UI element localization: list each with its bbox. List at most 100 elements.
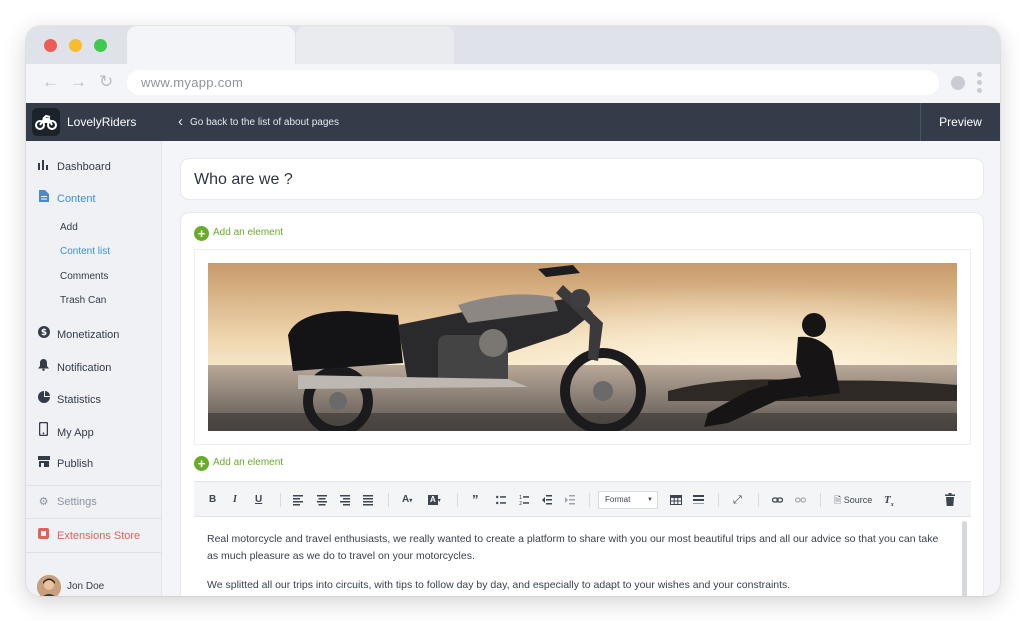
dollar-icon: $ bbox=[37, 325, 50, 345]
table-icon[interactable] bbox=[670, 482, 682, 518]
text-editor-area[interactable]: Real motorcycle and travel enthusiasts, … bbox=[194, 517, 971, 596]
pie-chart-icon bbox=[37, 390, 50, 410]
decrease-indent-icon[interactable] bbox=[542, 482, 552, 518]
sidebar-label-dashboard: Dashboard bbox=[57, 161, 111, 173]
background-color-icon[interactable]: A ▾ bbox=[428, 482, 441, 518]
browser-tab-active[interactable] bbox=[127, 26, 295, 64]
document-icon bbox=[37, 189, 50, 209]
sidebar-sub-trash-can[interactable]: Trash Can bbox=[60, 292, 106, 310]
browser-menu-icon[interactable] bbox=[977, 72, 983, 96]
caret-down-icon: ▼ bbox=[647, 497, 653, 503]
sidebar-label-settings: Settings bbox=[57, 496, 97, 508]
add-element-label: Add an element bbox=[213, 457, 284, 468]
format-dropdown-label: Format bbox=[605, 495, 631, 504]
bar-chart-icon bbox=[37, 157, 50, 177]
sidebar: Dashboard Content Add Content list Comme… bbox=[26, 141, 162, 596]
align-left-icon[interactable] bbox=[293, 482, 303, 518]
chevron-left-icon: ‹ bbox=[178, 113, 183, 130]
add-element-label: Add an element bbox=[213, 227, 284, 238]
sidebar-item-statistics[interactable]: Statistics bbox=[37, 390, 101, 410]
underline-icon[interactable]: U bbox=[255, 482, 262, 518]
gear-icon: ⚙ bbox=[38, 496, 49, 508]
clear-formatting-icon[interactable]: Tx bbox=[884, 482, 894, 518]
sidebar-item-content[interactable]: Content bbox=[37, 189, 96, 209]
text-color-icon[interactable]: A▾ bbox=[402, 482, 412, 518]
sidebar-item-monetization[interactable]: $ Monetization bbox=[37, 325, 119, 345]
sidebar-label-monetization: Monetization bbox=[57, 329, 120, 341]
sidebar-label-my-app: My App bbox=[57, 427, 94, 439]
user-avatar[interactable] bbox=[37, 575, 61, 596]
source-button[interactable]: 🗎 Source bbox=[834, 482, 872, 518]
sidebar-item-publish[interactable]: Publish bbox=[37, 454, 93, 474]
minimize-window-button[interactable] bbox=[69, 39, 82, 52]
italic-icon[interactable]: I bbox=[233, 482, 237, 518]
bold-icon[interactable]: B bbox=[209, 482, 216, 518]
sidebar-item-my-app[interactable]: My App bbox=[37, 421, 94, 443]
increase-indent-icon[interactable] bbox=[565, 482, 575, 518]
unlink-icon[interactable] bbox=[794, 482, 807, 518]
back-arrow-icon[interactable]: ← bbox=[42, 72, 59, 92]
url-bar[interactable]: www.myapp.com bbox=[127, 70, 939, 95]
toolbar-divider bbox=[758, 493, 759, 507]
sidebar-sub-content-list[interactable]: Content list bbox=[60, 243, 110, 261]
toolbar-divider bbox=[820, 493, 821, 507]
reload-icon[interactable]: ↻ bbox=[99, 72, 113, 92]
preview-button[interactable]: Preview bbox=[920, 103, 1000, 141]
numbered-list-icon[interactable]: 12 bbox=[519, 482, 529, 518]
bell-icon bbox=[37, 358, 50, 378]
link-icon[interactable] bbox=[771, 482, 784, 518]
source-code-icon: 🗎 bbox=[834, 495, 842, 505]
sidebar-item-dashboard[interactable]: Dashboard bbox=[37, 157, 111, 177]
add-element-button-bottom[interactable]: + Add an element bbox=[194, 455, 283, 471]
align-right-icon[interactable] bbox=[340, 482, 350, 518]
browser-address-row: ← → ↻ www.myapp.com bbox=[26, 64, 1000, 103]
smartphone-icon bbox=[37, 421, 50, 443]
format-dropdown[interactable]: Format ▼ bbox=[598, 491, 658, 509]
svg-text:$: $ bbox=[40, 328, 46, 338]
sidebar-divider bbox=[26, 518, 162, 519]
align-justify-icon[interactable] bbox=[363, 482, 373, 518]
editor-paragraph-2[interactable]: We splitted all our trips into circuits,… bbox=[207, 577, 947, 594]
sidebar-divider bbox=[26, 552, 162, 553]
add-element-button-top[interactable]: + Add an element bbox=[194, 225, 283, 241]
puzzle-icon bbox=[37, 526, 50, 546]
sidebar-label-statistics: Statistics bbox=[57, 394, 102, 406]
sidebar-item-settings[interactable]: ⚙ Settings bbox=[37, 492, 97, 512]
page-title[interactable]: Who are we ? bbox=[194, 159, 293, 201]
blockquote-icon[interactable]: ” bbox=[472, 482, 479, 518]
sidebar-divider bbox=[26, 485, 162, 486]
storefront-icon bbox=[37, 454, 50, 474]
sidebar-sub-add[interactable]: Add bbox=[60, 219, 78, 237]
editor-paragraph-1[interactable]: Real motorcycle and travel enthusiasts, … bbox=[207, 531, 947, 565]
align-center-icon[interactable] bbox=[317, 482, 327, 518]
sidebar-label-content: Content bbox=[57, 193, 96, 205]
toolbar-divider bbox=[457, 493, 458, 507]
motorcycle-logo-icon bbox=[32, 108, 60, 136]
profile-icon[interactable] bbox=[951, 76, 965, 90]
sidebar-label-extensions-store: Extensions Store bbox=[57, 530, 141, 542]
close-window-button[interactable] bbox=[44, 39, 57, 52]
rich-text-toolbar: B I U A▾ A ▾ ” 12 Format ▼ ⤢ 🗎 Source Tx bbox=[194, 481, 971, 517]
toolbar-divider bbox=[718, 493, 719, 507]
fullscreen-icon[interactable]: ⤢ bbox=[733, 482, 742, 518]
brand-name: LovelyRiders bbox=[67, 115, 137, 129]
forward-arrow-icon[interactable]: → bbox=[70, 72, 87, 92]
horizontal-rule-icon[interactable] bbox=[693, 482, 704, 518]
toolbar-divider bbox=[589, 493, 590, 507]
browser-window: ← → ↻ www.myapp.com LovelyRiders ‹ Go bac… bbox=[26, 26, 1000, 596]
page-title-card[interactable]: Who are we ? bbox=[180, 158, 984, 200]
image-element[interactable] bbox=[194, 249, 971, 445]
sidebar-sub-comments[interactable]: Comments bbox=[60, 268, 108, 286]
editor-scrollbar[interactable] bbox=[962, 521, 967, 596]
browser-tab-inactive[interactable] bbox=[296, 26, 454, 64]
content-editor-card: + Add an element + Add an element B I U … bbox=[180, 212, 984, 596]
sidebar-item-extensions-store[interactable]: Extensions Store bbox=[37, 526, 140, 546]
bulleted-list-icon[interactable] bbox=[496, 482, 506, 518]
trash-icon[interactable] bbox=[945, 482, 955, 518]
plus-circle-icon: + bbox=[194, 456, 209, 471]
toolbar-divider bbox=[280, 493, 281, 507]
sidebar-item-notification[interactable]: Notification bbox=[37, 358, 111, 378]
back-to-list-link[interactable]: ‹ Go back to the list of about pages bbox=[178, 103, 339, 142]
sidebar-label-publish: Publish bbox=[57, 458, 94, 470]
maximize-window-button[interactable] bbox=[94, 39, 107, 52]
